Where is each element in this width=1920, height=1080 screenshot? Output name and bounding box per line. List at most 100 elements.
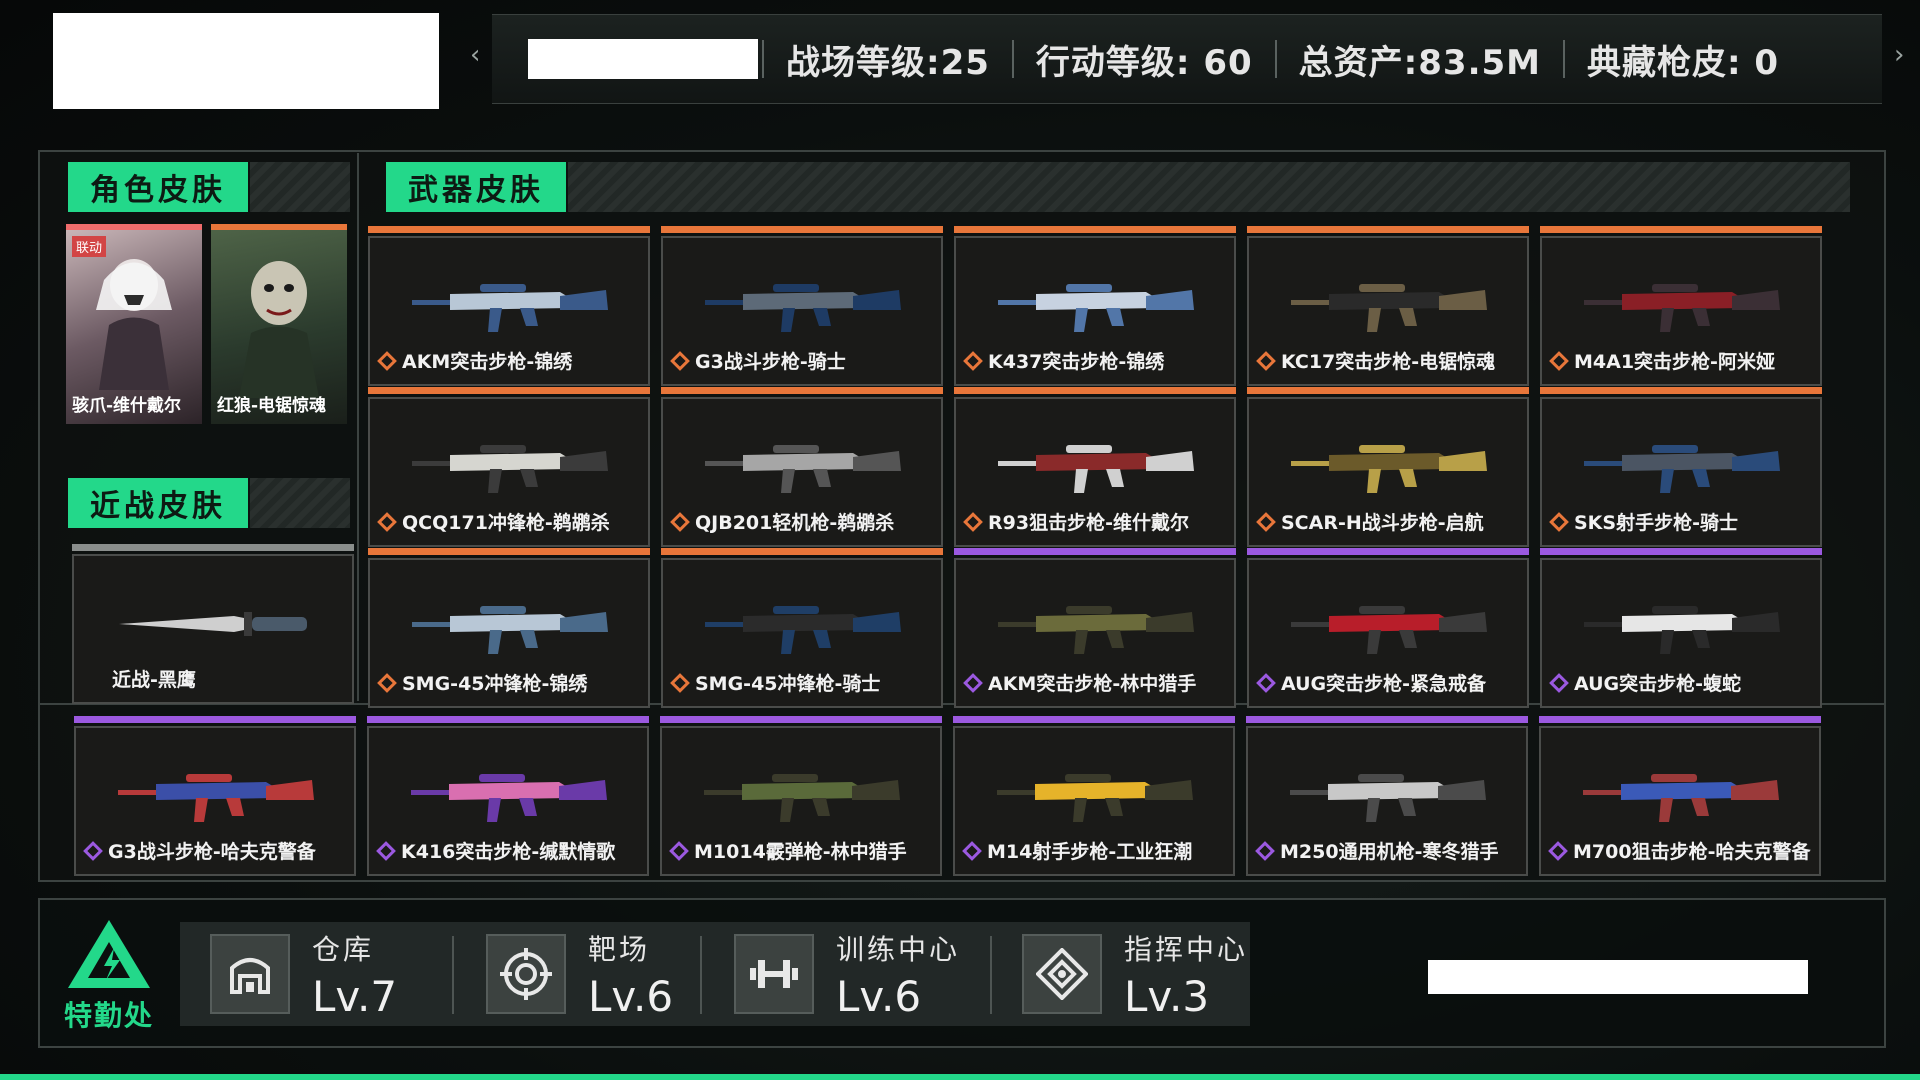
rarity-bar bbox=[1246, 716, 1528, 723]
rarity-bar bbox=[1540, 387, 1822, 394]
facility-warehouse[interactable]: 仓库 Lv.7 bbox=[210, 922, 397, 1026]
knife-icon bbox=[119, 612, 307, 636]
weapon-icon bbox=[412, 284, 608, 332]
facility-name: 仓库 bbox=[312, 932, 375, 966]
character-skin-card[interactable]: 红狼-电锯惊魂 bbox=[211, 224, 347, 424]
rarity-diamond-icon bbox=[1549, 672, 1569, 693]
melee-skin-card[interactable]: 近战-黑鹰 bbox=[72, 544, 354, 704]
weapon-skin-card[interactable]: M700狙击步枪-哈夫克警备 bbox=[1539, 716, 1821, 876]
weapon-skin-card[interactable]: G3战斗步枪-哈夫克警备 bbox=[74, 716, 356, 876]
rarity-bar bbox=[1539, 716, 1821, 723]
weapon-skin-card[interactable]: AKM突击步枪-林中猎手 bbox=[954, 548, 1236, 708]
facility-separator bbox=[700, 936, 702, 1014]
logo-text: 特勤处 bbox=[64, 999, 155, 1032]
warehouse-icon bbox=[210, 934, 290, 1014]
weapon-skin-label: AUG突击步枪-紧急戒备 bbox=[1281, 673, 1487, 695]
weapon-skin-card[interactable]: M4A1突击步枪-阿米娅 bbox=[1540, 226, 1822, 386]
section-title-tail bbox=[250, 162, 350, 212]
facility-command[interactable]: 指挥中心 Lv.3 bbox=[1022, 922, 1248, 1026]
weapon-skin-card[interactable]: AUG突击步枪-蝮蛇 bbox=[1540, 548, 1822, 708]
facility-name: 靶场 bbox=[588, 932, 651, 966]
facility-level: Lv.7 bbox=[312, 971, 398, 1021]
weapon-skin-label: M700狙击步枪-哈夫克警备 bbox=[1573, 841, 1811, 863]
redacted-info bbox=[1428, 960, 1808, 994]
weapon-skin-name: SMG-45冲锋枪-骑士 bbox=[670, 669, 881, 696]
weapon-icon bbox=[1291, 606, 1487, 654]
section-title-character: 角色皮肤 bbox=[68, 162, 248, 212]
weapon-skin-card[interactable]: QCQ171冲锋枪-鹈鹕杀 bbox=[368, 387, 650, 547]
rarity-bar bbox=[954, 548, 1236, 555]
weapon-skin-card[interactable]: G3战斗步枪-骑士 bbox=[661, 226, 943, 386]
rarity-bar bbox=[74, 716, 356, 723]
panel-divider bbox=[357, 153, 359, 701]
weapon-skin-card[interactable]: SMG-45冲锋枪-骑士 bbox=[661, 548, 943, 708]
rarity-bar bbox=[661, 548, 943, 555]
weapon-icon bbox=[704, 774, 900, 822]
section-title-tail bbox=[568, 162, 1850, 212]
rarity-bar bbox=[368, 548, 650, 555]
weapon-skin-name: QCQ171冲锋枪-鹈鹕杀 bbox=[377, 508, 610, 535]
rarity-diamond-icon bbox=[1549, 511, 1569, 532]
character-skin-card[interactable]: 联动 骇爪-维什戴尔 bbox=[66, 224, 202, 424]
section-title-melee: 近战皮肤 bbox=[68, 478, 248, 528]
facility-level: Lv.3 bbox=[1124, 971, 1210, 1021]
rarity-bar bbox=[954, 226, 1236, 233]
rarity-diamond-icon bbox=[376, 840, 396, 861]
weapon-icon bbox=[998, 445, 1194, 493]
weapon-skin-name: R93狙击步枪-维什戴尔 bbox=[963, 508, 1189, 535]
weapon-skin-label: SCAR-H战斗步枪-启航 bbox=[1281, 512, 1484, 534]
melee-skin-name: 近战-黑鹰 bbox=[112, 665, 196, 692]
weapon-icon bbox=[1584, 606, 1780, 654]
rarity-diamond-icon bbox=[1256, 672, 1276, 693]
rarity-diamond-icon bbox=[83, 840, 103, 861]
weapon-skin-name: AUG突击步枪-蝮蛇 bbox=[1549, 669, 1741, 696]
redacted-id bbox=[528, 39, 758, 79]
rarity-bar bbox=[660, 716, 942, 723]
weapon-skin-card[interactable]: M14射手步枪-工业狂潮 bbox=[953, 716, 1235, 876]
weapon-skin-name: M700狙击步枪-哈夫克警备 bbox=[1548, 837, 1811, 864]
operation-level: 行动等级: 60 bbox=[1035, 42, 1253, 83]
rarity-bar bbox=[954, 387, 1236, 394]
weapon-skin-name: AKM突击步枪-锦绣 bbox=[377, 347, 573, 374]
melee-skin-label: 近战-黑鹰 bbox=[112, 669, 196, 691]
weapon-skin-label: AKM突击步枪-锦绣 bbox=[402, 351, 573, 373]
weapon-skin-card[interactable]: K416突击步枪-缄默情歌 bbox=[367, 716, 649, 876]
facility-range[interactable]: 靶场 Lv.6 bbox=[486, 922, 673, 1026]
rarity-diamond-icon bbox=[962, 840, 982, 861]
weapon-skin-name: M14射手步枪-工业狂潮 bbox=[962, 837, 1192, 864]
facility-name: 指挥中心 bbox=[1124, 932, 1249, 966]
weapon-skin-card[interactable]: K437突击步枪-锦绣 bbox=[954, 226, 1236, 386]
battlefield-level: 战场等级:25 bbox=[786, 42, 990, 83]
weapon-icon bbox=[1584, 445, 1780, 493]
rarity-bar bbox=[368, 387, 650, 394]
weapon-skin-card[interactable]: SMG-45冲锋枪-锦绣 bbox=[368, 548, 650, 708]
rarity-bar bbox=[1540, 226, 1822, 233]
dumbbell-icon bbox=[734, 934, 814, 1014]
weapon-skin-card[interactable]: M250通用机枪-寒冬猎手 bbox=[1246, 716, 1528, 876]
weapon-icon bbox=[1583, 774, 1779, 822]
chevron-right-icon[interactable]: › bbox=[1894, 40, 1904, 70]
weapon-skin-card[interactable]: QJB201轻机枪-鹈鹕杀 bbox=[661, 387, 943, 547]
weapon-skin-card[interactable]: SKS射手步枪-骑士 bbox=[1540, 387, 1822, 547]
weapon-skin-label: SMG-45冲锋枪-骑士 bbox=[695, 673, 881, 695]
character-figure-icon bbox=[239, 261, 319, 398]
weapon-skin-card[interactable]: R93狙击步枪-维什戴尔 bbox=[954, 387, 1236, 547]
weapon-skin-name: M1014霰弹枪-林中猎手 bbox=[669, 837, 907, 864]
facility-level: Lv.6 bbox=[836, 971, 922, 1021]
weapon-skin-card[interactable]: M1014霰弹枪-林中猎手 bbox=[660, 716, 942, 876]
weapon-skin-card[interactable]: AUG突击步枪-紧急戒备 bbox=[1247, 548, 1529, 708]
weapon-skin-card[interactable]: KC17突击步枪-电锯惊魂 bbox=[1247, 226, 1529, 386]
facility-training[interactable]: 训练中心 Lv.6 bbox=[734, 922, 960, 1026]
weapon-skin-card[interactable]: AKM突击步枪-锦绣 bbox=[368, 226, 650, 386]
chevron-left-icon[interactable]: ‹ bbox=[470, 40, 480, 70]
rarity-diamond-icon bbox=[670, 672, 690, 693]
rarity-bar bbox=[367, 716, 649, 723]
facility-level: Lv.6 bbox=[588, 971, 674, 1021]
character-skin-name: 红狼-电锯惊魂 bbox=[217, 396, 327, 416]
weapon-icon bbox=[705, 284, 901, 332]
weapon-skin-name: SKS射手步枪-骑士 bbox=[1549, 508, 1738, 535]
rarity-diamond-icon bbox=[377, 672, 397, 693]
weapon-skin-card[interactable]: SCAR-H战斗步枪-启航 bbox=[1247, 387, 1529, 547]
weapon-skin-label: QJB201轻机枪-鹈鹕杀 bbox=[695, 512, 895, 534]
weapon-skin-name: AUG突击步枪-紧急戒备 bbox=[1256, 669, 1487, 696]
